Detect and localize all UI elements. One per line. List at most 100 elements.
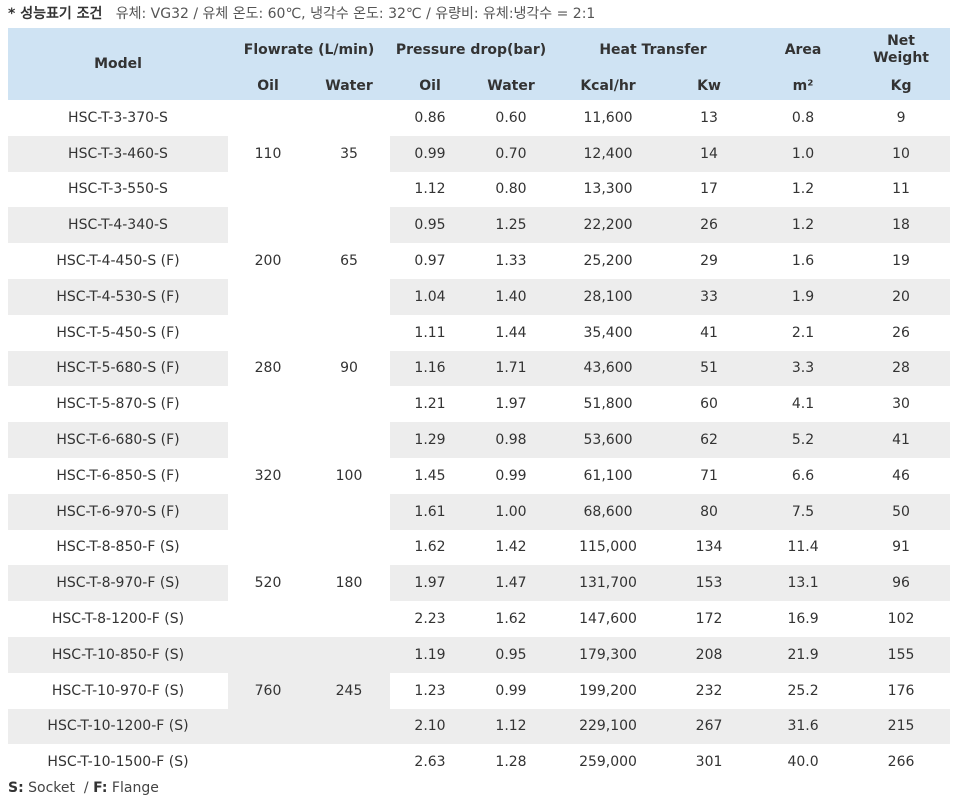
- cell-area: 1.6: [754, 243, 853, 279]
- cell-model: HSC-T-3-370-S: [8, 100, 228, 136]
- cell-kcal: 259,000: [552, 744, 665, 781]
- cell-pressure-water: 1.71: [470, 350, 553, 387]
- cell-flow-oil: [228, 744, 308, 781]
- cell-kw: 208: [664, 636, 755, 673]
- table-row: HSC-T-10-1200-F (S) 2.10 1.12 229,100 267 31.…: [8, 708, 951, 745]
- header-kg: Kg: [852, 72, 951, 100]
- cell-area: 25.2: [754, 672, 853, 709]
- cell-kcal: 28,100: [552, 278, 665, 315]
- cell-kw: 33: [664, 278, 755, 315]
- cell-area: 40.0: [754, 744, 853, 781]
- cell-area: 1.2: [754, 207, 853, 244]
- cell-model: HSC-T-8-1200-F (S): [8, 601, 228, 637]
- cell-model: HSC-T-3-550-S: [8, 171, 228, 208]
- cell-flow-oil: 320: [228, 422, 308, 530]
- cell-kcal: 22,200: [552, 207, 665, 244]
- footnote: S: Socket / F: Flange: [8, 778, 159, 798]
- table-row: HSC-T-6-680-S (F) 320 100 1.29 0.98 53,600 62 5…: [8, 422, 951, 530]
- cell-pressure-water: 0.95: [470, 636, 553, 673]
- cell-flow-oil: 760: [228, 636, 308, 745]
- cell-weight: 9: [852, 100, 951, 136]
- cell-kw: 301: [664, 744, 755, 781]
- cell-pressure-oil: 1.97: [390, 565, 471, 602]
- cell-pressure-oil: 1.61: [390, 493, 471, 530]
- cell-kw: 172: [664, 601, 755, 637]
- cell-kcal: 68,600: [552, 493, 665, 530]
- cell-pressure-oil: 1.21: [390, 386, 471, 423]
- cell-model: HSC-T-10-1500-F (S): [8, 744, 228, 781]
- cell-model: HSC-T-6-970-S (F): [8, 493, 228, 530]
- cell-flow-oil: 200: [228, 207, 308, 315]
- header-pressure-water: Water: [470, 72, 553, 100]
- cell-kcal: 61,100: [552, 457, 665, 494]
- table-row: HSC-T-6-970-S (F) 1.61 1.00 68,600 80 7.5 50: [8, 493, 951, 530]
- cell-model: HSC-T-6-850-S (F): [8, 457, 228, 494]
- cell-kcal: 179,300: [552, 636, 665, 673]
- header-heat-transfer: Heat Transfer: [552, 28, 755, 72]
- cell-pressure-oil: 2.63: [390, 744, 471, 781]
- cell-pressure-water: 1.97: [470, 386, 553, 423]
- cell-pressure-oil: 1.04: [390, 278, 471, 315]
- cell-kw: 17: [664, 171, 755, 208]
- footnote-f-val: Flange: [107, 780, 159, 796]
- cell-kcal: 43,600: [552, 350, 665, 387]
- cell-pressure-oil: 1.16: [390, 350, 471, 387]
- cell-model: HSC-T-5-680-S (F): [8, 350, 228, 387]
- table-row: HSC-T-3-460-S 0.99 0.70 12,400 14 1.0 10: [8, 135, 951, 172]
- cell-area: 4.1: [754, 386, 853, 423]
- cell-flow-water: 90: [308, 314, 391, 423]
- cell-area: 0.8: [754, 100, 853, 136]
- table-row: HSC-T-10-970-F (S) 1.23 0.99 199,200 232 25.2…: [8, 672, 951, 709]
- table-row: HSC-T-5-450-S (F) 280 90 1.11 1.44 35,400 41 2.…: [8, 314, 951, 423]
- cell-flow-water: 35: [308, 100, 391, 208]
- cell-pressure-water: 0.99: [470, 457, 553, 494]
- table-row: HSC-T-8-850-F (S) 520 180 1.62 1.42 115,000 13…: [8, 529, 951, 637]
- conditions-text: 유체: VG32 / 유체 온도: 60℃, 냉각수 온도: 32℃ / 유량비…: [115, 6, 596, 22]
- cell-flow-water: 100: [308, 422, 391, 530]
- cell-model: HSC-T-10-850-F (S): [8, 636, 228, 673]
- table-row: HSC-T-4-530-S (F) 1.04 1.40 28,100 33 1.9 20: [8, 278, 951, 315]
- cell-pressure-oil: 1.62: [390, 529, 471, 566]
- table-row: HSC-T-5-680-S (F) 1.16 1.71 43,600 51 3.3 28: [8, 350, 951, 387]
- header-flow-water: Water: [308, 72, 391, 100]
- cell-flow-water: [308, 744, 391, 781]
- cell-weight: 266: [852, 744, 951, 781]
- cell-pressure-oil: 1.11: [390, 314, 471, 351]
- footnote-s-key: S:: [8, 780, 24, 796]
- table-body: HSC-T-3-370-S 110 35 0.86 0.60 11,600 13 0.8 9 HS…: [8, 100, 951, 781]
- cell-model: HSC-T-3-460-S: [8, 135, 228, 172]
- cell-model: HSC-T-4-530-S (F): [8, 278, 228, 315]
- table-row: HSC-T-4-340-S 200 65 0.95 1.25 22,200 26 1.2 18: [8, 207, 951, 315]
- cell-pressure-water: 1.47: [470, 565, 553, 602]
- cell-flow-water: 245: [308, 636, 391, 745]
- header-m2: m²: [754, 72, 853, 100]
- header-pressure: Pressure drop(bar): [390, 28, 553, 72]
- cell-pressure-oil: 1.45: [390, 457, 471, 494]
- cell-flow-oil: 280: [228, 314, 308, 423]
- cell-weight: 215: [852, 708, 951, 745]
- cell-pressure-water: 0.60: [470, 100, 553, 136]
- header-net-weight: Net Weight: [852, 28, 951, 72]
- spec-table: Model Flowrate (L/min) Pressure drop(bar…: [8, 28, 951, 781]
- cell-weight: 176: [852, 672, 951, 709]
- cell-weight: 41: [852, 422, 951, 458]
- cell-area: 1.0: [754, 135, 853, 172]
- cell-pressure-water: 1.40: [470, 278, 553, 315]
- cell-flow-water: 65: [308, 207, 391, 315]
- cell-model: HSC-T-10-970-F (S): [8, 672, 228, 709]
- cell-weight: 30: [852, 386, 951, 423]
- cell-weight: 20: [852, 278, 951, 315]
- cell-kcal: 147,600: [552, 601, 665, 637]
- cell-kw: 80: [664, 493, 755, 530]
- cell-area: 5.2: [754, 422, 853, 458]
- cell-pressure-oil: 1.29: [390, 422, 471, 458]
- cell-kcal: 11,600: [552, 100, 665, 136]
- table-row: HSC-T-3-550-S 1.12 0.80 13,300 17 1.2 11: [8, 171, 951, 208]
- cell-model: HSC-T-5-450-S (F): [8, 314, 228, 351]
- cell-pressure-water: 1.00: [470, 493, 553, 530]
- cell-area: 2.1: [754, 314, 853, 351]
- cell-kcal: 115,000: [552, 529, 665, 566]
- cell-model: HSC-T-4-450-S (F): [8, 243, 228, 279]
- cell-kw: 60: [664, 386, 755, 423]
- cell-kw: 134: [664, 529, 755, 566]
